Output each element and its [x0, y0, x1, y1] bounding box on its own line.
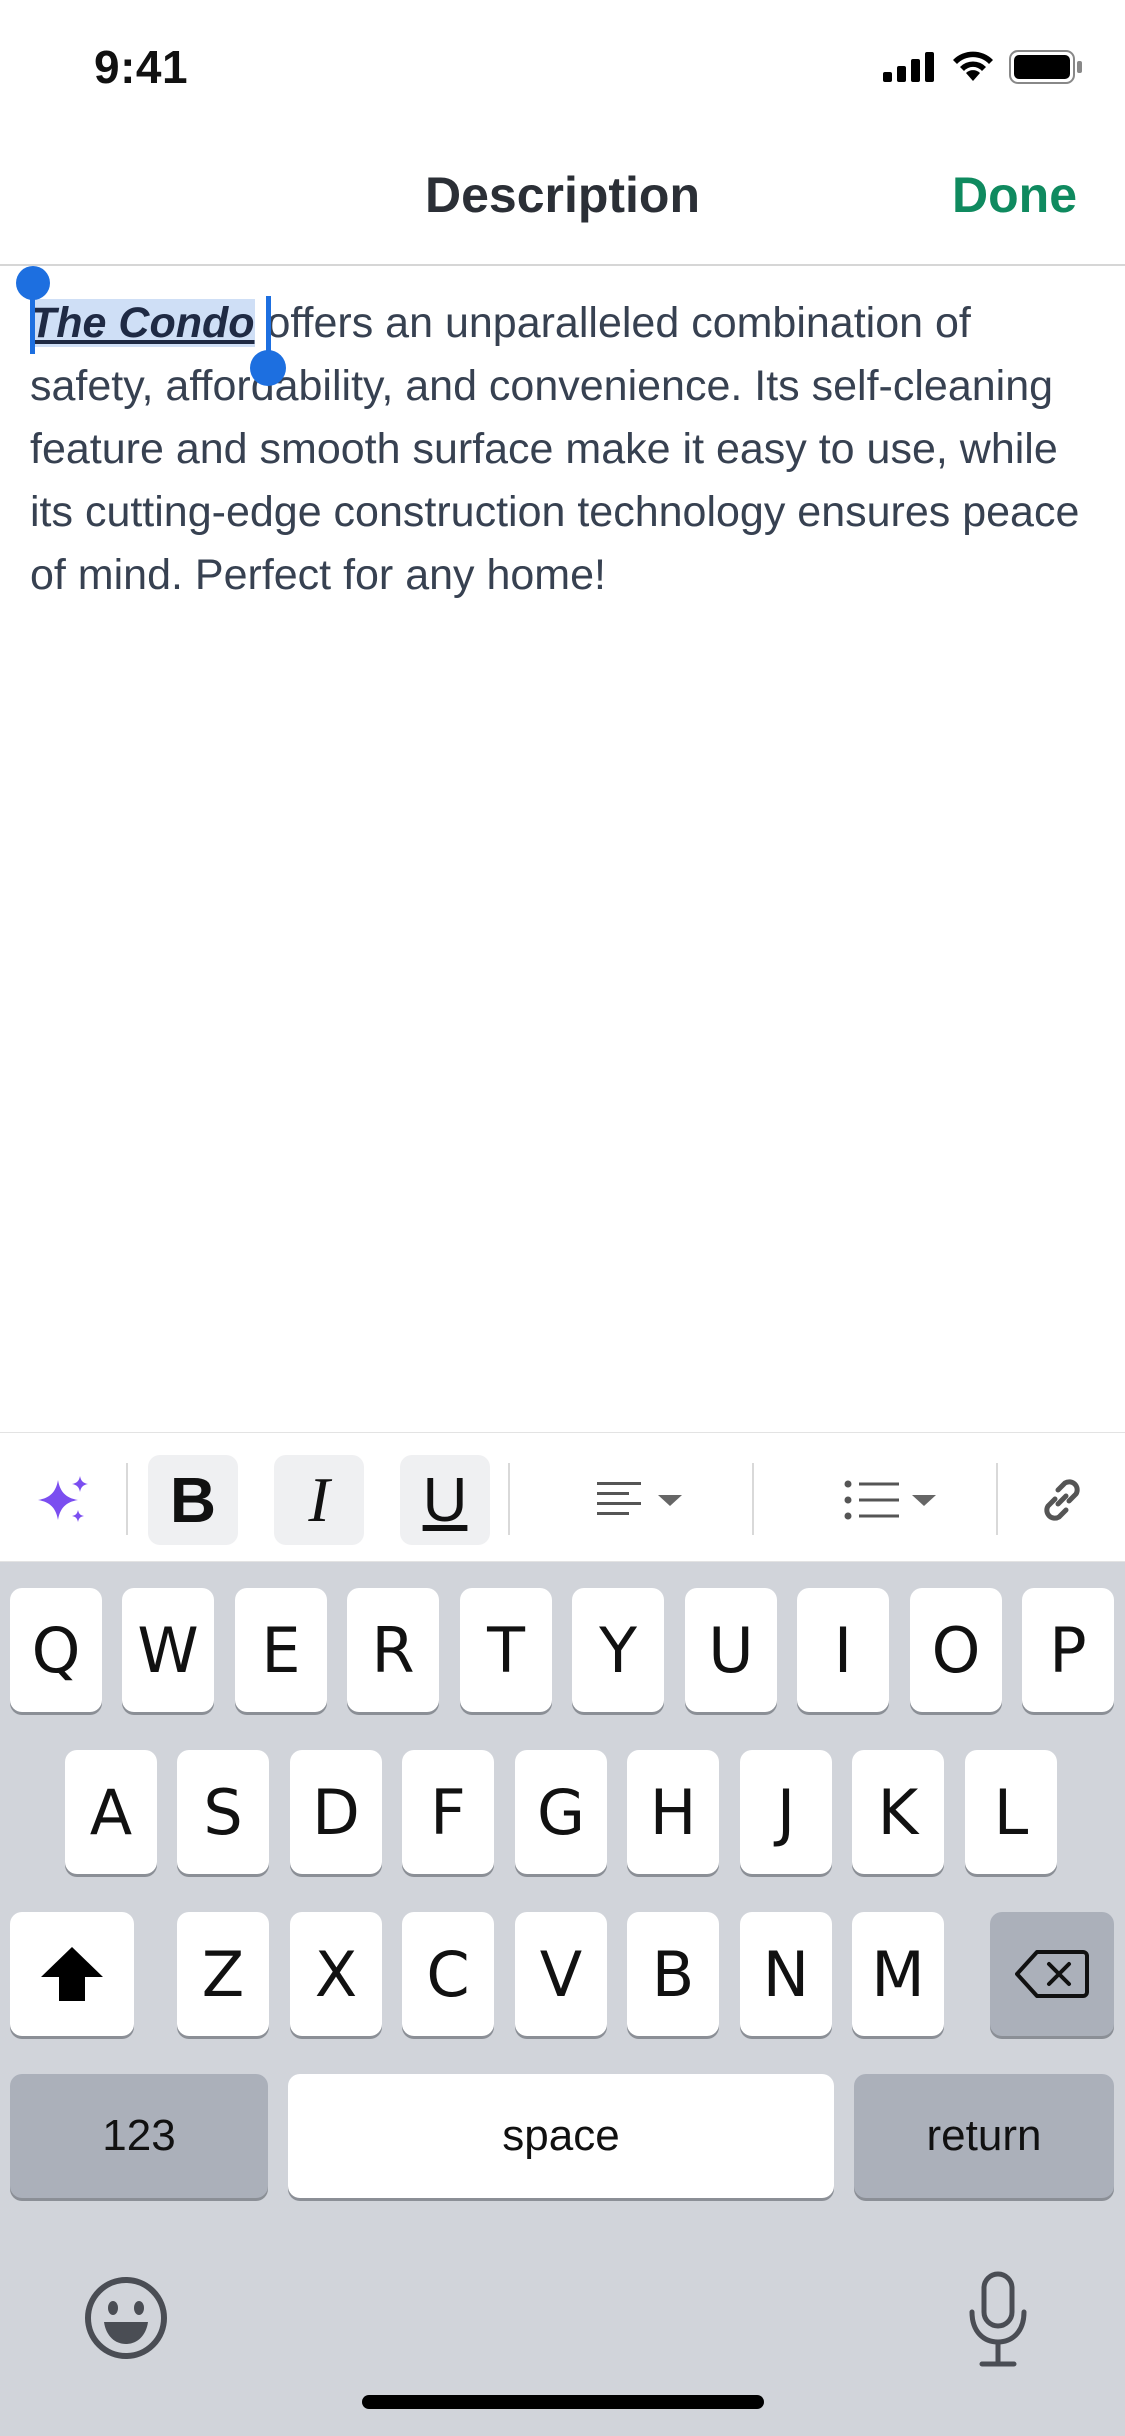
text-align-dropdown[interactable] [580, 1455, 700, 1545]
chevron-down-icon [658, 1495, 682, 1506]
emoji-button[interactable] [80, 2272, 172, 2364]
backspace-icon [1015, 1950, 1089, 1998]
key-p[interactable]: P [1022, 1588, 1114, 1712]
key-y[interactable]: Y [572, 1588, 664, 1712]
key-u[interactable]: U [685, 1588, 777, 1712]
selection-end-handle[interactable] [250, 350, 286, 386]
wifi-icon [953, 51, 993, 81]
key-i[interactable]: I [797, 1588, 889, 1712]
key-f[interactable]: F [402, 1750, 494, 1874]
align-left-icon [597, 1482, 641, 1515]
link-icon [1044, 1479, 1080, 1521]
description-editor[interactable]: The Condo offers an unparalleled combina… [30, 292, 1090, 607]
selection-start-cursor [30, 296, 35, 354]
space-key[interactable]: space [288, 2074, 834, 2198]
key-g[interactable]: G [515, 1750, 607, 1874]
italic-button[interactable]: I [274, 1455, 364, 1545]
italic-label: I [308, 1464, 330, 1535]
key-h[interactable]: H [627, 1750, 719, 1874]
key-n[interactable]: N [740, 1912, 832, 2036]
dictation-button[interactable] [958, 2270, 1038, 2370]
key-d[interactable]: D [290, 1750, 382, 1874]
key-x[interactable]: X [290, 1912, 382, 2036]
format-toolbar: B I U [0, 1432, 1125, 1562]
microphone-icon [969, 2271, 1027, 2367]
shift-arrow-icon [41, 1947, 103, 2001]
key-a[interactable]: A [65, 1750, 157, 1874]
bold-button[interactable]: B [148, 1455, 238, 1545]
key-o[interactable]: O [910, 1588, 1002, 1712]
key-q[interactable]: Q [10, 1588, 102, 1712]
toolbar-divider [996, 1463, 998, 1535]
home-indicator [362, 2395, 764, 2409]
key-w[interactable]: W [122, 1588, 214, 1712]
numbers-key[interactable]: 123 [10, 2074, 268, 2198]
status-time: 9:41 [94, 41, 189, 93]
delete-key[interactable] [990, 1912, 1114, 2036]
navigation-bar: Description Done [0, 138, 1125, 266]
bold-label: B [169, 1464, 217, 1536]
status-bar: 9:41 [0, 0, 1125, 138]
return-key[interactable]: return [854, 2074, 1114, 2198]
key-t[interactable]: T [460, 1588, 552, 1712]
keyboard: Q W E R T Y U I O P A S D F G H J K L Z … [0, 1562, 1125, 2436]
cellular-signal-icon [883, 52, 934, 82]
ai-assist-button[interactable] [24, 1455, 104, 1545]
selected-text[interactable]: The Condo [30, 299, 255, 347]
key-b[interactable]: B [627, 1912, 719, 2036]
key-s[interactable]: S [177, 1750, 269, 1874]
key-e[interactable]: E [235, 1588, 327, 1712]
key-k[interactable]: K [852, 1750, 944, 1874]
toolbar-divider [752, 1463, 754, 1535]
emoji-icon [85, 2277, 167, 2359]
list-dropdown[interactable] [826, 1455, 956, 1545]
done-button[interactable]: Done [952, 166, 1077, 224]
bullet-list-icon [844, 1480, 899, 1520]
status-icons [883, 50, 1083, 84]
toolbar-divider [126, 1463, 128, 1535]
key-l[interactable]: L [965, 1750, 1057, 1874]
key-m[interactable]: M [852, 1912, 944, 2036]
insert-link-button[interactable] [1020, 1455, 1104, 1545]
key-r[interactable]: R [347, 1588, 439, 1712]
underline-button[interactable]: U [400, 1455, 490, 1545]
battery-icon [1009, 50, 1082, 84]
toolbar-divider [508, 1463, 510, 1535]
key-z[interactable]: Z [177, 1912, 269, 2036]
key-c[interactable]: C [402, 1912, 494, 2036]
sparkles-icon [38, 1476, 88, 1522]
selection-start-handle[interactable] [16, 266, 50, 300]
key-v[interactable]: V [515, 1912, 607, 2036]
key-j[interactable]: J [740, 1750, 832, 1874]
shift-key[interactable] [10, 1912, 134, 2036]
underline-label: U [422, 1465, 468, 1535]
chevron-down-icon [912, 1495, 936, 1506]
